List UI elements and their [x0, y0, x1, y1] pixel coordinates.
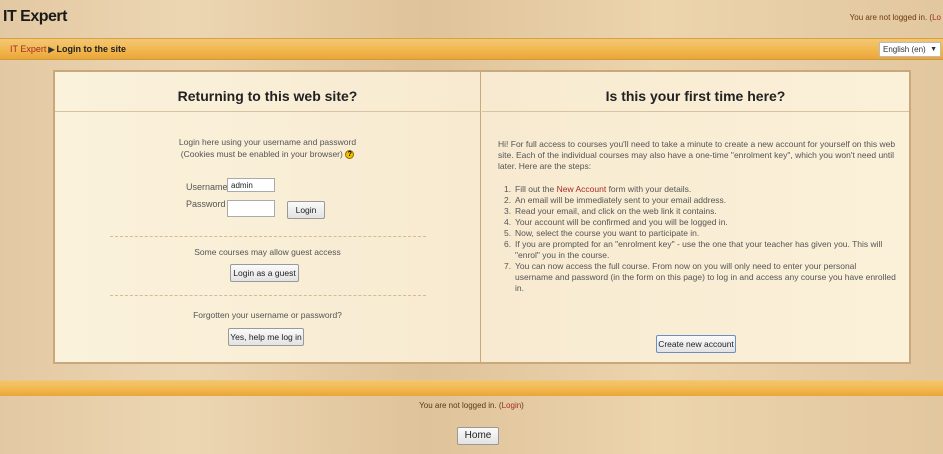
signup-steps: 1. Fill out the New Account form with yo… — [504, 184, 896, 294]
step-text: Your account will be confirmed and you w… — [515, 217, 728, 227]
login-info-text: You are not logged in. ( — [849, 13, 933, 22]
footer-login-link[interactable]: Login — [502, 401, 522, 410]
login-panel-title: Returning to this web site? — [55, 82, 480, 112]
step-item: 3. Read your email, and click on the web … — [504, 206, 717, 216]
login-content-box: Returning to this web site? Login here u… — [53, 70, 911, 364]
login-info: You are not logged in. (Lo — [850, 13, 941, 22]
step-text: If you are prompted for an "enrolment ke… — [515, 239, 883, 260]
step-text: Now, select the course you want to parti… — [515, 228, 700, 238]
step-item: 6. If you are prompted for an "enrolment … — [504, 239, 896, 261]
password-input[interactable] — [227, 200, 275, 217]
username-input[interactable]: admin — [227, 178, 275, 192]
language-select-value: English (en) — [883, 45, 926, 54]
login-intro-line1: Login here using your username and passw… — [178, 137, 357, 147]
step1-post: form with your details. — [606, 184, 692, 194]
chevron-down-icon: ▼ — [930, 46, 937, 53]
forgot-password-button[interactable]: Yes, help me log in — [228, 328, 304, 346]
new-account-link[interactable]: New Account — [557, 184, 607, 194]
step-item: 4. Your account will be confirmed and you… — [504, 217, 728, 227]
forgot-text: Forgotten your username or password? — [193, 310, 342, 320]
breadcrumb-current: Login to the site — [56, 44, 127, 54]
signup-intro: Hi! For full access to courses you'll ne… — [498, 139, 896, 171]
signup-panel-title: Is this your first time here? — [482, 82, 909, 112]
breadcrumb-home-link[interactable]: IT Expert — [10, 44, 46, 54]
breadcrumb-separator-icon: ▶ — [48, 45, 55, 54]
step-item: 2. An email will be immediately sent to y… — [504, 195, 727, 205]
step-item: 5. Now, select the course you want to par… — [504, 228, 700, 238]
step1-pre: Fill out the — [515, 184, 557, 194]
signup-panel: Is this your first time here? Hi! For fu… — [482, 72, 909, 362]
help-icon[interactable]: ? — [345, 150, 355, 160]
home-button[interactable]: Home — [457, 427, 499, 445]
login-intro-line2-wrap: (Cookies must be enabled in your browser… — [55, 148, 480, 160]
login-intro-line2: (Cookies must be enabled in your browser… — [180, 149, 343, 159]
site-title[interactable]: IT Expert — [3, 8, 67, 26]
guest-text: Some courses may allow guest access — [194, 247, 341, 257]
create-new-account-button[interactable]: Create new account — [656, 335, 736, 353]
page-header: IT Expert You are not logged in. (Lo — [0, 0, 943, 38]
footer-login-text: You are not logged in. ( — [419, 401, 502, 410]
login-link[interactable]: Lo — [932, 13, 941, 22]
step-item: 1. Fill out the New Account form with yo… — [504, 184, 692, 194]
login-panel: Returning to this web site? Login here u… — [55, 72, 481, 362]
divider — [110, 295, 426, 296]
step-text: You can now access the full course. From… — [515, 261, 896, 293]
footer-band — [0, 380, 943, 396]
password-label: Password — [186, 199, 226, 209]
breadcrumb: IT Expert ▶ Login to the site — [10, 44, 126, 54]
login-as-guest-button[interactable]: Login as a guest — [230, 264, 299, 282]
navbar: IT Expert ▶ Login to the site English (en)… — [0, 38, 943, 60]
footer-login-close: ) — [521, 401, 524, 410]
step-item: 7. You can now access the full course. Fr… — [504, 261, 896, 293]
divider — [110, 236, 426, 237]
language-select[interactable]: English (en) ▼ — [879, 42, 941, 57]
footer-login-info: You are not logged in. (Login) — [0, 401, 943, 410]
username-label: Username — [186, 182, 228, 192]
login-button[interactable]: Login — [287, 201, 325, 219]
step-text: Read your email, and click on the web li… — [515, 206, 717, 216]
step-text: An email will be immediately sent to you… — [515, 195, 727, 205]
login-intro: Login here using your username and passw… — [55, 136, 480, 160]
